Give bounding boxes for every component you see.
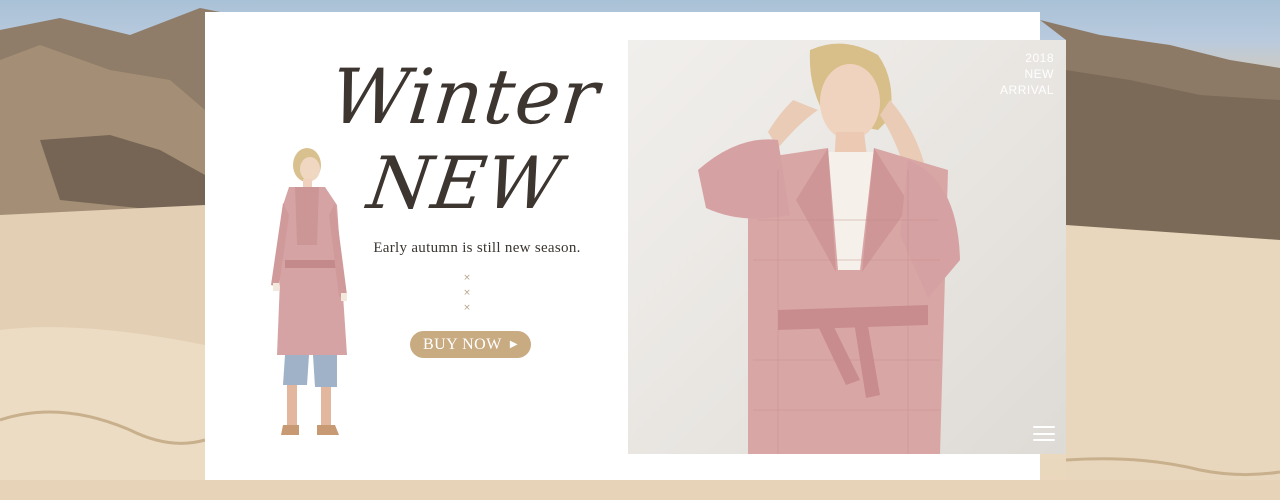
caption-year: 2018	[1025, 51, 1054, 65]
buy-now-button[interactable]: BUY NOW ▶	[410, 331, 531, 358]
decorative-x-marks: × × ×	[458, 272, 476, 314]
x-mark-icon: ×	[463, 273, 471, 283]
caption-arrival: ARRIVAL	[1000, 83, 1054, 97]
x-mark-icon: ×	[463, 288, 471, 298]
play-arrow-icon: ▶	[509, 338, 519, 350]
tagline: Early autumn is still new season.	[373, 240, 581, 256]
photo-caption: 2018 NEW ARRIVAL	[1000, 50, 1054, 98]
headline-winter: Winter	[326, 52, 604, 141]
caption-new: NEW	[1024, 67, 1054, 81]
headline-new: NEW	[362, 141, 568, 225]
x-mark-icon: ×	[463, 303, 471, 313]
buy-now-label: BUY NOW	[422, 335, 502, 353]
model-front-illustration	[698, 43, 960, 454]
hamburger-menu-icon[interactable]	[1033, 426, 1055, 441]
model-front-photo: 2018 NEW ARRIVAL	[628, 40, 1066, 454]
